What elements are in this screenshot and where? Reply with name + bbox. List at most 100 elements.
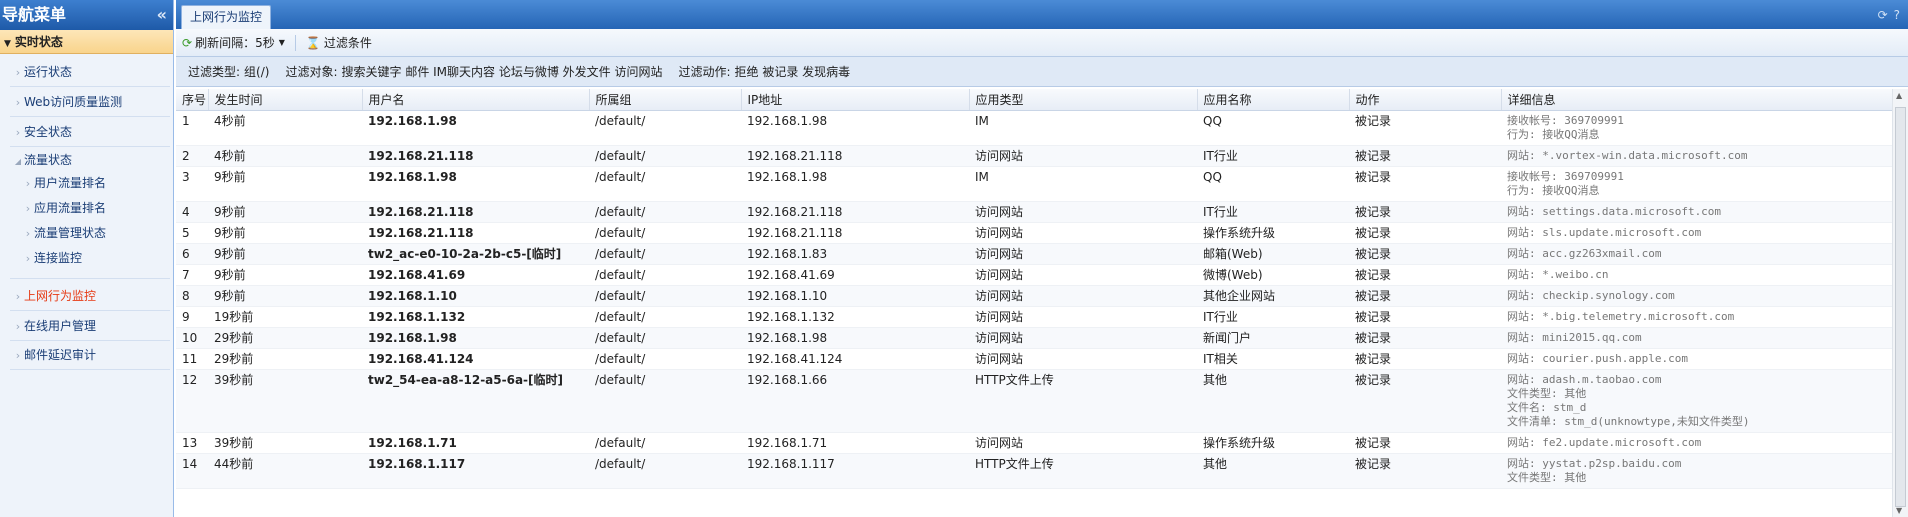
cell-time: 29秒前 xyxy=(208,327,362,349)
cell-user: 192.168.41.124 xyxy=(362,348,589,370)
collapse-icon[interactable]: « xyxy=(157,0,167,30)
column-header[interactable]: 详细信息 xyxy=(1501,89,1892,111)
nav-item-behavior-monitor[interactable]: › 上网行为监控 xyxy=(12,286,96,306)
cell-group: /default/ xyxy=(589,222,741,244)
cell-ip: 192.168.41.124 xyxy=(741,348,969,370)
cell-app-name: 其他 xyxy=(1197,369,1349,433)
cell-app-type: 访问网站 xyxy=(969,348,1197,370)
column-header[interactable]: 动作 xyxy=(1349,89,1502,111)
cell-group: /default/ xyxy=(589,432,741,454)
cell-ip: 192.168.1.66 xyxy=(741,369,969,433)
triangle-down-icon: ▼ xyxy=(4,39,11,49)
scrollbar-thumb[interactable] xyxy=(1895,107,1906,507)
cell-user: 192.168.1.98 xyxy=(362,327,589,349)
refresh-icon[interactable]: ⟳ xyxy=(1878,8,1888,22)
cell-no: 6 xyxy=(176,243,208,265)
detail-line: 文件名: stm_d xyxy=(1507,400,1587,414)
scroll-up-icon[interactable]: ▲ xyxy=(1896,91,1902,100)
nav-item-app-traffic[interactable]: › 应用流量排名 xyxy=(22,198,106,218)
table-row[interactable]: 1 4秒前 192.168.1.98/default/192.168.1.98 IM Q… xyxy=(176,110,1892,146)
cell-group: /default/ xyxy=(589,264,741,286)
cell-ip: 192.168.41.69 xyxy=(741,264,969,286)
hourglass-icon: ⌛ xyxy=(305,35,321,50)
nav-item-traffic-mgmt[interactable]: › 流量管理状态 xyxy=(22,223,106,243)
table-row[interactable]: 14 44秒前 192.168.1.117/default/192.168.1.11… xyxy=(176,453,1892,489)
table-row[interactable]: 4 9秒前 192.168.21.118/default/192.168.21.11… xyxy=(176,201,1892,223)
divider xyxy=(10,146,170,147)
scroll-down-icon[interactable]: ▼ xyxy=(1896,506,1902,515)
cell-time: 39秒前 xyxy=(208,369,362,433)
cell-no: 1 xyxy=(176,110,208,146)
column-header[interactable]: 应用类型 xyxy=(969,89,1198,111)
cell-detail: 网站: acc.gz263xmail.com xyxy=(1501,243,1892,265)
cell-action: 被记录 xyxy=(1349,327,1501,349)
nav-item-security[interactable]: › 安全状态 xyxy=(12,122,72,142)
table-row[interactable]: 9 19秒前 192.168.1.132/default/192.168.1.132… xyxy=(176,306,1892,328)
cell-group: /default/ xyxy=(589,166,741,202)
cell-no: 7 xyxy=(176,264,208,286)
cell-detail: 接收帐号: 369709991 行为: 接收QQ消息 xyxy=(1501,166,1892,202)
cell-time: 19秒前 xyxy=(208,306,362,328)
table-row[interactable]: 13 39秒前 192.168.1.71/default/192.168.1.71 访… xyxy=(176,432,1892,454)
main-panel: 上网行为监控 ⟳? ⟳ 刷新间隔：5秒 ▼ ⌛ 过滤条件 过滤类型: 组(/) … xyxy=(176,0,1908,517)
table-row[interactable]: 6 9秒前 tw2_ac-e0-10-2a-2b-c5-[临时]/default/1… xyxy=(176,243,1892,265)
filter-conditions-button[interactable]: ⌛ 过滤条件 xyxy=(306,34,372,51)
cell-ip: 192.168.1.132 xyxy=(741,306,969,328)
nav-item-mail-delay[interactable]: › 邮件延迟审计 xyxy=(12,345,96,365)
cell-detail: 网站: settings.data.microsoft.com xyxy=(1501,201,1892,223)
cell-user: 192.168.1.71 xyxy=(362,432,589,454)
column-header[interactable]: 发生时间 xyxy=(208,89,363,111)
help-icon[interactable]: ? xyxy=(1894,8,1900,22)
nav-item-run-status[interactable]: › 运行状态 xyxy=(12,62,72,82)
table-row[interactable]: 5 9秒前 192.168.21.118/default/192.168.21.11… xyxy=(176,222,1892,244)
filter-type-label: 过滤类型: xyxy=(188,65,241,79)
cell-detail: 网站: *.vortex-win.data.microsoft.com xyxy=(1501,145,1892,167)
cell-detail: 网站: checkip.synology.com xyxy=(1501,285,1892,307)
column-header[interactable]: 所属组 xyxy=(589,89,742,111)
cell-action: 被记录 xyxy=(1349,145,1501,167)
cell-app-type: 访问网站 xyxy=(969,306,1197,328)
nav-item-label: 上网行为监控 xyxy=(24,289,97,303)
nav-item-traffic[interactable]: ◢ 流量状态 xyxy=(12,150,72,170)
vertical-scrollbar[interactable]: ▲ ▼ xyxy=(1892,89,1908,517)
cell-app-name: 邮箱(Web) xyxy=(1197,243,1349,265)
filter-action-value: 拒绝 被记录 发现病毒 xyxy=(734,65,851,79)
column-header[interactable]: 用户名 xyxy=(362,89,590,111)
table-row[interactable]: 8 9秒前 192.168.1.10/default/192.168.1.10 访问网… xyxy=(176,285,1892,307)
cell-detail: 网站: courier.push.apple.com xyxy=(1501,348,1892,370)
cell-group: /default/ xyxy=(589,110,741,146)
cell-time: 9秒前 xyxy=(208,264,362,286)
chevron-right-icon: › xyxy=(15,290,21,303)
cell-group: /default/ xyxy=(589,285,741,307)
nav-item-connections[interactable]: › 连接监控 xyxy=(22,248,82,268)
refresh-interval-button[interactable]: ⟳ 刷新间隔：5秒 ▼ xyxy=(182,34,285,51)
nav-section-realtime[interactable]: ▼ 实时状态 xyxy=(0,30,173,54)
detail-line: 接收帐号: 369709991 xyxy=(1507,113,1624,127)
table-row[interactable]: 11 29秒前 192.168.41.124/default/192.168.41.… xyxy=(176,348,1892,370)
table-row[interactable]: 7 9秒前 192.168.41.69/default/192.168.41.69 访… xyxy=(176,264,1892,286)
tab-tools: ⟳? xyxy=(1872,8,1900,22)
nav-item-online-users[interactable]: › 在线用户管理 xyxy=(12,316,96,336)
table-row[interactable]: 3 9秒前 192.168.1.98/default/192.168.1.98 IM Q… xyxy=(176,166,1892,202)
table-row[interactable]: 10 29秒前 192.168.1.98/default/192.168.1.98 访… xyxy=(176,327,1892,349)
column-header[interactable]: 序号 xyxy=(176,89,209,111)
divider xyxy=(10,116,170,117)
table-row[interactable]: 2 4秒前 192.168.21.118/default/192.168.21.11… xyxy=(176,145,1892,167)
nav-item-web-quality[interactable]: › Web访问质量监测 xyxy=(12,92,122,112)
cell-ip: 192.168.1.98 xyxy=(741,327,969,349)
table-row[interactable]: 12 39秒前 tw2_54-ea-a8-12-a5-6a-[临时]/default… xyxy=(176,369,1892,433)
tab-behavior-monitor[interactable]: 上网行为监控 xyxy=(181,5,272,29)
cell-ip: 192.168.1.83 xyxy=(741,243,969,265)
cell-group: /default/ xyxy=(589,306,741,328)
detail-line: 网站: courier.push.apple.com xyxy=(1507,351,1688,365)
divider xyxy=(294,34,296,51)
column-header[interactable]: IP地址 xyxy=(741,89,970,111)
table-header-row: 序号 发生时间 用户名 所属组 IP地址 应用类型 应用名称 动作 详细信息 xyxy=(176,89,1892,111)
cell-user: 192.168.21.118 xyxy=(362,201,589,223)
column-header[interactable]: 应用名称 xyxy=(1197,89,1350,111)
triangle-down-icon: ◢ xyxy=(14,157,22,166)
nav-item-user-traffic[interactable]: › 用户流量排名 xyxy=(22,173,106,193)
cell-action: 被记录 xyxy=(1349,243,1501,265)
nav-item-label: 流量管理状态 xyxy=(34,226,107,240)
cell-action: 被记录 xyxy=(1349,432,1501,454)
